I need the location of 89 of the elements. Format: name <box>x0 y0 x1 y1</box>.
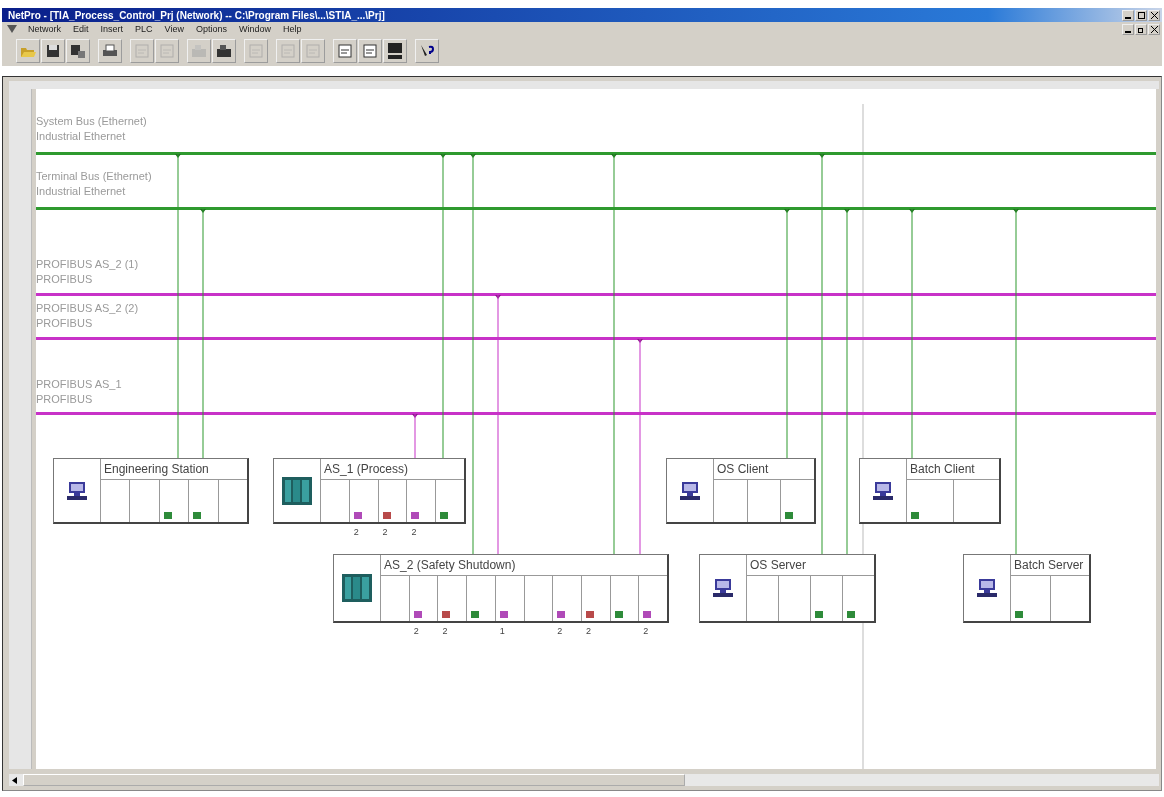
window-title: NetPro - [TIA_Process_Control_Prj (Network) -- C:\Program Files\...\STIA_...\Prj] <box>7 9 385 21</box>
computer-icon <box>679 480 701 501</box>
connection-line[interactable] <box>412 414 418 458</box>
toolbar-button[interactable] <box>98 39 122 63</box>
station-name: AS_2 (Safety Shutdown) <box>381 555 667 576</box>
close-icon <box>1150 25 1158 33</box>
bus-name: PROFIBUS AS_2 (2) <box>36 301 139 316</box>
station-name: Engineering Station <box>101 459 247 480</box>
toolbar-button[interactable] <box>212 39 236 63</box>
bus-name: System Bus (Ethernet) <box>36 114 147 129</box>
menu-item[interactable]: Options <box>189 24 233 34</box>
station-name: Batch Server <box>1011 555 1089 576</box>
menu-item[interactable]: Edit <box>67 24 95 34</box>
bus-name: PROFIBUS AS_2 (1) <box>36 257 139 272</box>
station-node[interactable]: Engineering Station <box>53 458 249 524</box>
station-name: OS Server <box>747 555 874 576</box>
restore-button[interactable] <box>1135 23 1147 35</box>
horizontal-scrollbar[interactable] <box>9 774 1159 786</box>
computer-icon <box>872 480 894 501</box>
restore-icon <box>1137 25 1145 33</box>
bus-type: PROFIBUS <box>36 392 94 407</box>
toolbar-button[interactable] <box>383 39 407 63</box>
port-number: 2 <box>643 626 649 636</box>
document-icon <box>361 42 379 60</box>
document-icon <box>247 42 265 60</box>
port-number: 2 <box>353 527 359 537</box>
document-icon <box>279 42 297 60</box>
scroll-left-icon[interactable] <box>12 776 18 784</box>
close-button[interactable] <box>1148 23 1160 35</box>
maximize-button[interactable] <box>1135 9 1147 21</box>
minimize-button[interactable] <box>1122 23 1134 35</box>
app-icon[interactable] <box>6 24 18 34</box>
computer-icon <box>712 578 734 598</box>
document-icon <box>133 42 151 60</box>
document-icon <box>304 42 322 60</box>
connection-line[interactable] <box>1013 209 1019 554</box>
menu-item[interactable]: Insert <box>94 24 130 34</box>
toolbar-button[interactable] <box>66 39 90 63</box>
bus-name: Terminal Bus (Ethernet) <box>36 169 152 184</box>
bus-type: Industrial Ethernet <box>36 129 127 144</box>
device-icon <box>190 42 208 60</box>
close-icon <box>1150 11 1158 19</box>
station-name: OS Client <box>714 459 814 480</box>
station-name: AS_1 (Process) <box>321 459 464 480</box>
station-node[interactable]: Batch Server <box>963 554 1091 623</box>
toolbar-button[interactable] <box>41 39 65 63</box>
document-icon <box>158 42 176 60</box>
menu-item[interactable]: Help <box>276 24 308 34</box>
connection-line[interactable] <box>909 209 915 458</box>
computer-icon <box>976 578 998 598</box>
connection-line[interactable] <box>637 339 643 554</box>
menu-item[interactable]: View <box>158 24 190 34</box>
port-number: 2 <box>382 527 388 537</box>
toolbar-button[interactable] <box>415 39 439 63</box>
bus-type: PROFIBUS <box>36 272 94 287</box>
port-number: 2 <box>442 626 448 636</box>
minimize-button[interactable] <box>1122 9 1134 21</box>
computer-icon <box>66 480 88 501</box>
station-name: Batch Client <box>907 459 999 480</box>
connection-line[interactable] <box>200 209 206 458</box>
port-number: 2 <box>557 626 563 636</box>
connection-line[interactable] <box>470 154 476 554</box>
menu-item[interactable]: Window <box>232 24 277 34</box>
station-node[interactable]: Batch Client <box>859 458 1001 524</box>
rack-icon <box>282 476 312 505</box>
connection-line[interactable] <box>844 209 850 554</box>
document-icon <box>69 42 87 60</box>
connection-line[interactable] <box>440 154 446 458</box>
connection-line[interactable] <box>784 209 790 458</box>
station-node[interactable]: OS Server <box>699 554 876 623</box>
port-number: 1 <box>499 626 505 636</box>
close-button[interactable] <box>1148 9 1160 21</box>
rack-icon <box>342 574 372 602</box>
port-number: 2 <box>413 626 419 636</box>
bus-type: Industrial Ethernet <box>36 184 127 199</box>
menu-item[interactable]: Network <box>22 24 67 34</box>
document-icon <box>336 42 354 60</box>
menu-item[interactable]: PLC <box>129 24 159 34</box>
port-number: 2 <box>411 527 417 537</box>
station-node[interactable]: OS Client <box>666 458 816 524</box>
bus-name: PROFIBUS AS_1 <box>36 377 122 392</box>
connection-line[interactable] <box>495 295 501 554</box>
maximize-icon <box>1137 11 1145 19</box>
connection-line[interactable] <box>611 154 617 554</box>
connection-line[interactable] <box>819 154 825 554</box>
device-icon <box>215 42 233 60</box>
port-number: 2 <box>585 626 591 636</box>
bus-type: PROFIBUS <box>36 316 94 331</box>
connection-line[interactable] <box>175 154 181 458</box>
